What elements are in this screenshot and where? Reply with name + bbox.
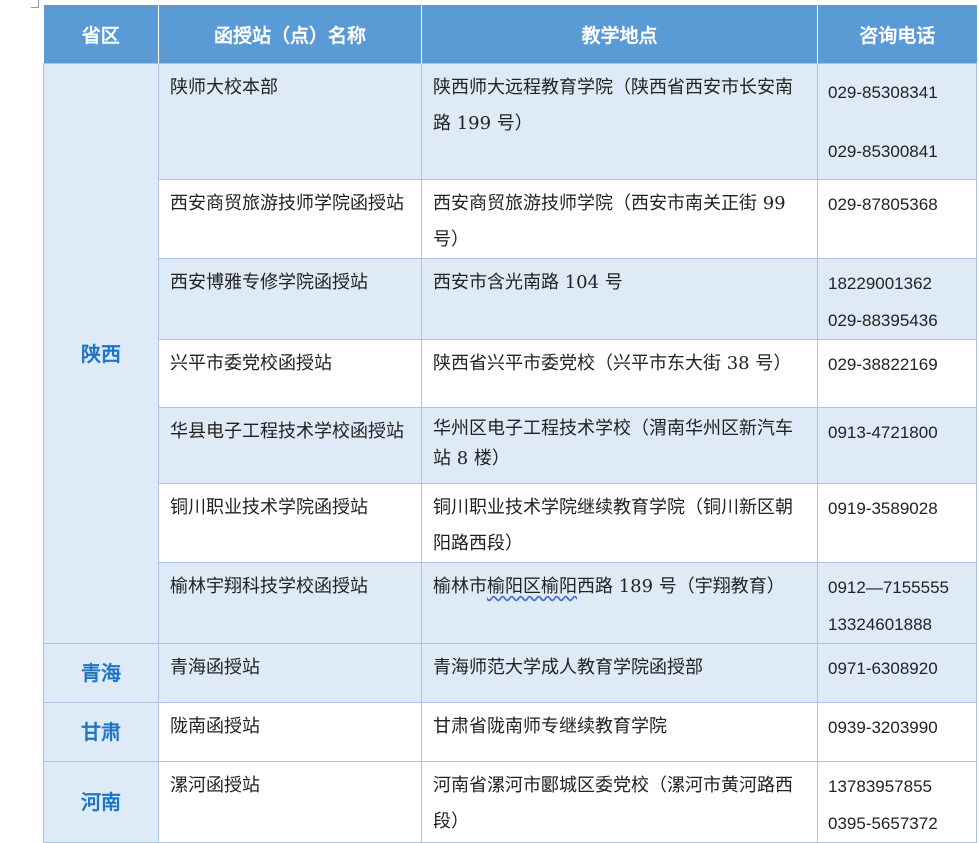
province-henan: 河南 — [43, 761, 159, 843]
header-phone: 咨询电话 — [817, 5, 977, 64]
header-teaching-location: 教学地点 — [421, 5, 818, 64]
correspondence-stations-table: 省区 函授站（点）名称 教学地点 咨询电话 陕西 陕师大校本部 陕西师大远程教育… — [43, 5, 977, 843]
location-text: 榆林市 — [433, 576, 487, 597]
teaching-location: 榆林市榆阳区榆阳西路 189 号（宇翔教育） — [421, 562, 818, 644]
phone-number: 0939-3203990 — [828, 718, 938, 737]
station-name: 陇南函授站 — [158, 702, 422, 762]
teaching-location: 西安市含光南路 104 号 — [421, 258, 818, 340]
table-row: 华县电子工程技术学校函授站 华州区电子工程技术学校（渭南华州区新汽车站 8 楼）… — [44, 407, 977, 484]
table-row: 陕西 陕师大校本部 陕西师大远程教育学院（陕西省西安市长安南路 199 号） 0… — [43, 63, 977, 644]
station-name: 兴平市委党校函授站 — [158, 339, 422, 408]
teaching-location: 甘肃省陇南师专继续教育学院 — [421, 702, 818, 762]
table-row: 河南 漯河函授站 河南省漯河市郾城区委党校（漯河市黄河路西段） 13783957… — [43, 761, 977, 843]
table-row: 兴平市委党校函授站 陕西省兴平市委党校（兴平市东大街 38 号） 029-388… — [44, 339, 977, 408]
phone-cell: 029-85308341 029-85300841 — [817, 63, 977, 180]
header-province: 省区 — [43, 5, 159, 64]
table-row: 榆林宇翔科技学校函授站 榆林市榆阳区榆阳西路 189 号（宇翔教育） 0912—… — [44, 562, 977, 644]
teaching-location: 陕西省兴平市委党校（兴平市东大街 38 号） — [421, 339, 818, 408]
station-name: 铜川职业技术学院函授站 — [158, 483, 422, 563]
phone-number: 0971-6308920 — [828, 659, 938, 678]
phone-number: 0912—7155555 — [828, 578, 950, 597]
phone-number: 029-85308341 — [828, 83, 938, 102]
table-header-row: 省区 函授站（点）名称 教学地点 咨询电话 — [43, 5, 977, 64]
province-gansu: 甘肃 — [43, 702, 159, 762]
phone-number: 18229001362 — [828, 274, 933, 293]
phone-cell: 13783957855 0395-5657372 — [817, 761, 977, 843]
phone-number: 029-85300841 — [828, 142, 938, 161]
table-row: 西安博雅专修学院函授站 西安市含光南路 104 号 18229001362 02… — [44, 258, 977, 340]
phone-cell: 029-87805368 — [817, 179, 977, 259]
station-name: 西安商贸旅游技师学院函授站 — [158, 179, 422, 259]
phone-cell: 0919-3589028 — [817, 483, 977, 563]
phone-number: 029-88395436 — [828, 311, 938, 330]
phone-number: 029-87805368 — [828, 195, 938, 214]
station-name: 青海函授站 — [158, 643, 422, 703]
province-shaanxi: 陕西 — [43, 63, 159, 644]
spellcheck-marked-text: 榆阳区榆阳 — [487, 576, 577, 597]
table-row: 西安商贸旅游技师学院函授站 西安商贸旅游技师学院（西安市南关正街 99 号） 0… — [44, 179, 977, 259]
teaching-location: 河南省漯河市郾城区委党校（漯河市黄河路西段） — [421, 761, 818, 843]
station-name: 西安博雅专修学院函授站 — [158, 258, 422, 340]
phone-number: 0913-4721800 — [828, 423, 938, 442]
location-text: 西路 189 号（宇翔教育） — [577, 576, 785, 597]
phone-number: 13783957855 — [828, 777, 933, 796]
teaching-location: 陕西师大远程教育学院（陕西省西安市长安南路 199 号） — [421, 63, 818, 180]
phone-number: 0919-3589028 — [828, 499, 938, 518]
phone-cell: 0912—7155555 13324601888 — [817, 562, 977, 644]
table-row: 青海 青海函授站 青海师范大学成人教育学院函授部 0971-6308920 — [43, 643, 977, 703]
station-name: 漯河函授站 — [158, 761, 422, 843]
page-corner-mark — [31, 0, 39, 8]
phone-cell: 0971-6308920 — [817, 643, 977, 703]
station-name: 榆林宇翔科技学校函授站 — [158, 562, 422, 644]
table-row: 甘肃 陇南函授站 甘肃省陇南师专继续教育学院 0939-3203990 — [43, 702, 977, 762]
station-name: 陕师大校本部 — [158, 63, 422, 180]
station-name: 华县电子工程技术学校函授站 — [158, 407, 422, 484]
phone-cell: 029-38822169 — [817, 339, 977, 408]
phone-number: 029-38822169 — [828, 355, 938, 374]
table-row: 铜川职业技术学院函授站 铜川职业技术学院继续教育学院（铜川新区朝阳路西段） 09… — [44, 483, 977, 563]
teaching-location: 铜川职业技术学院继续教育学院（铜川新区朝阳路西段） — [421, 483, 818, 563]
teaching-location: 华州区电子工程技术学校（渭南华州区新汽车站 8 楼） — [421, 407, 818, 484]
phone-number: 13324601888 — [828, 615, 933, 634]
phone-cell: 0913-4721800 — [817, 407, 977, 484]
phone-cell: 0939-3203990 — [817, 702, 977, 762]
teaching-location: 西安商贸旅游技师学院（西安市南关正街 99 号） — [421, 179, 818, 259]
teaching-location: 青海师范大学成人教育学院函授部 — [421, 643, 818, 703]
header-station-name: 函授站（点）名称 — [158, 5, 422, 64]
province-qinghai: 青海 — [43, 643, 159, 703]
phone-cell: 18229001362 029-88395436 — [817, 258, 977, 340]
